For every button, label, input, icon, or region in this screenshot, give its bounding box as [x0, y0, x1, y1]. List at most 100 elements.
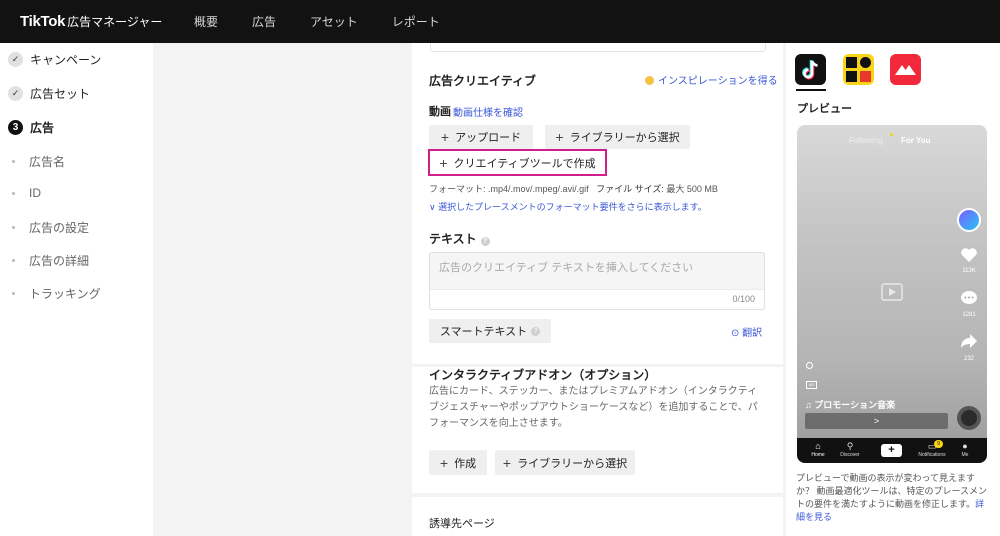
nav-ads[interactable]: 広告	[252, 13, 276, 30]
bullet-dot	[12, 160, 15, 163]
chevron-down-icon: ∨	[429, 202, 436, 212]
preview-note: プレビューで動画の表示が変わって見えますか？ 動画最適化ツールは、特定のプレース…	[796, 472, 992, 524]
filesize-label: ファイル サイズ:	[596, 184, 664, 194]
plus-icon: +	[439, 454, 449, 471]
preview-label: プレビュー	[797, 103, 852, 115]
step-ad-label: 広告	[30, 121, 55, 135]
music-disc-icon	[957, 406, 981, 430]
nav-reports[interactable]: レポート	[392, 13, 440, 30]
substep-ad-details[interactable]: 広告の詳細	[12, 252, 89, 269]
search-icon: ⚲	[846, 441, 854, 451]
translate-link[interactable]: ⊙ 翻訳	[731, 324, 762, 339]
video-spec-link[interactable]: 動画仕様を確認	[453, 104, 523, 119]
check-icon: ✓	[8, 86, 23, 101]
nav-plus-label: +	[888, 444, 895, 456]
library-select-button[interactable]: + ライブラリーから選択	[545, 125, 690, 149]
smart-text-button[interactable]: スマートテキスト?	[429, 319, 551, 343]
nav-me-label: Me	[961, 452, 969, 458]
substep-label: トラッキング	[29, 287, 101, 301]
placement-requirements-link[interactable]: ∨ 選択したプレースメントのフォーマット要件をさらに表示します。	[429, 200, 707, 213]
inspiration-link[interactable]: インスピレーションを得る	[645, 72, 778, 87]
addon-title: インタラクティブアドオン（オプション）	[429, 368, 657, 382]
step-adset-label: 広告セット	[30, 87, 91, 101]
phone-preview: Following For You 113K 1281 232 AD ♫ プロモ…	[797, 125, 987, 463]
brand-subtitle: 広告マネージャー	[67, 15, 163, 29]
nav-overview[interactable]: 概要	[194, 13, 218, 30]
nav-assets[interactable]: アセット	[310, 13, 358, 30]
nav-home-label: Home	[811, 452, 825, 458]
nav-discover: ⚲ Discover	[835, 441, 865, 458]
music-note-icon: ♫	[805, 400, 812, 410]
addon-create-button[interactable]: + 作成	[429, 450, 487, 475]
step-sidebar: ✓ キャンペーン ✓ 広告セット 3 広告 広告名 ID 広告の設定 広告の詳細…	[0, 43, 153, 536]
share-count: 232	[963, 356, 974, 362]
translate-icon: ⊙	[731, 328, 740, 339]
tiktok-note-icon	[802, 60, 818, 80]
upload-button-label: アップロード	[455, 132, 522, 144]
lightbulb-icon	[645, 76, 654, 85]
create-plus-icon: +	[881, 444, 902, 457]
music-label: ♫ プロモーション音楽	[805, 398, 895, 411]
step-adset[interactable]: ✓ 広告セット	[8, 85, 90, 102]
step-ad[interactable]: 3 広告	[8, 119, 54, 136]
format-info: フォーマット: .mp4/.mov/.mpeg/.avi/.gif ファイル サ…	[429, 182, 718, 195]
text-section-title: テキスト?	[429, 230, 490, 247]
substep-tracking[interactable]: トラッキング	[12, 285, 101, 302]
translate-link-label: 翻訳	[742, 328, 763, 339]
substep-ad-name[interactable]: 広告名	[12, 153, 65, 170]
avatar	[957, 208, 981, 232]
video-label: 動画	[429, 106, 451, 118]
plus-icon: +	[502, 454, 512, 471]
creative-text-box: 0/100	[429, 252, 765, 310]
like-count: 113K	[962, 268, 976, 274]
format-value: .mp4/.mov/.mpeg/.avi/.gif	[488, 184, 589, 194]
create-with-creative-tool-button[interactable]: + クリエイティブツールで作成	[428, 149, 607, 176]
ad-badge-icon: AD	[806, 381, 817, 389]
substep-id[interactable]: ID	[12, 186, 41, 200]
help-icon[interactable]: ?	[480, 237, 490, 246]
comment-count: 1281	[962, 312, 976, 318]
textarea-footer	[430, 289, 764, 309]
inspiration-link-label: インスピレーションを得る	[658, 76, 778, 87]
addon-library-label: ライブラリーから選択	[517, 457, 628, 470]
cta-arrow: >	[873, 416, 880, 426]
bullet-dot	[12, 191, 15, 195]
bullet-dot	[12, 292, 15, 295]
info-icon	[806, 362, 813, 369]
plus-icon: +	[555, 129, 564, 145]
nav-notifications: ▭ Notifications 9	[915, 440, 949, 458]
share-icon	[961, 334, 977, 348]
topbuzz-logo-icon	[846, 57, 871, 82]
creative-text-input[interactable]	[430, 253, 764, 291]
substep-ad-settings[interactable]: 広告の設定	[12, 219, 89, 236]
substep-label: 広告名	[29, 155, 66, 169]
tiktok-app-icon[interactable]	[795, 54, 826, 85]
create-tool-label: クリエイティブツールで作成	[453, 157, 596, 170]
filesize-value: 最大 500 MB	[666, 184, 718, 194]
following-dot	[890, 133, 893, 136]
addon-create-label: 作成	[454, 457, 477, 470]
plus-icon: +	[440, 129, 450, 145]
upload-button[interactable]: + アップロード	[429, 125, 533, 149]
topbuzz-app-icon[interactable]	[843, 54, 874, 85]
nav-discover-label: Discover	[840, 452, 860, 458]
plus-icon: +	[439, 154, 448, 171]
inbox-icon: ▭	[927, 441, 937, 451]
step-number-badge: 3	[8, 120, 23, 135]
selected-app-underline	[796, 89, 826, 91]
library-select-label: ライブラリーから選択	[569, 132, 680, 144]
music-title: プロモーション音楽	[814, 400, 896, 410]
cta-bar[interactable]: >	[805, 413, 948, 429]
logo[interactable]: TikTok 広告マネージャー	[20, 13, 190, 30]
check-icon: ✓	[8, 52, 23, 67]
preview-note-text: プレビューで動画の表示が変わって見えますか？ 動画最適化ツールは、特定のプレース…	[796, 473, 988, 509]
pangle-app-icon[interactable]	[890, 54, 921, 85]
creative-title: 広告クリエイティブ	[429, 74, 537, 88]
nav-notifications-label: Notifications	[918, 452, 946, 458]
char-counter: 0/100	[732, 294, 755, 304]
brand-name: TikTok	[20, 13, 66, 30]
step-campaign[interactable]: ✓ キャンペーン	[8, 51, 101, 68]
tab-for-you: For You	[901, 136, 931, 145]
nav-me: ● Me	[951, 441, 979, 458]
addon-library-button[interactable]: + ライブラリーから選択	[495, 450, 635, 475]
